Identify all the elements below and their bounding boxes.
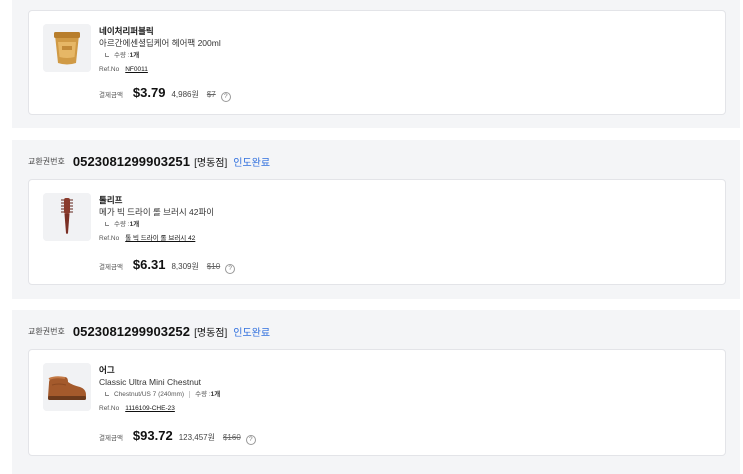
price-krw: 123,457원 [178, 433, 215, 442]
ref-label: Ref.No [99, 235, 120, 242]
ref-number-link[interactable]: 1116109-CHE-23 [125, 405, 175, 412]
roll-brush-icon [43, 193, 91, 241]
product-thumbnail[interactable] [43, 24, 91, 72]
product-option-row: 수량 : 1개 [99, 50, 715, 61]
store-name: [명동점] [194, 327, 228, 339]
price-usd: $3.79 [132, 85, 166, 100]
original-price: $10 [206, 262, 221, 271]
exchange-number: 0523081299903252 [72, 323, 191, 339]
price-usd: $6.31 [132, 257, 166, 272]
order-header: 교환권번호 0523081299903252 [명동점] 인도완료 [28, 321, 270, 341]
product-thumbnail[interactable] [43, 193, 91, 241]
ref-row: Ref.No 톨 빅 드라이 롤 브러시 42 [99, 233, 715, 244]
ref-row: Ref.No 1116109-CHE-23 [99, 403, 715, 414]
order-block-3: 교환권번호 0523081299903252 [명동점] 인도완료 어그 Cla… [12, 310, 740, 474]
option-value: Chestnut/US 7 (240mm) [114, 391, 185, 398]
status-badge: 인도완료 [233, 327, 271, 339]
indent-corner-icon [105, 221, 109, 226]
status-badge: 인도완료 [233, 157, 271, 169]
price-krw: 4,986원 [171, 90, 199, 99]
product-name: 메가 빅 드라이 롤 브러시 42파이 [99, 207, 215, 217]
indent-corner-icon [105, 52, 109, 57]
order-item-card[interactable]: 어그 Classic Ultra Mini Chestnut Chestnut/… [28, 349, 726, 456]
price-row: 결제금액 $6.31 8,309원 $10 ? [99, 257, 236, 274]
payment-label: 결제금액 [99, 92, 123, 99]
help-icon[interactable]: ? [225, 263, 236, 274]
hair-pack-jar-icon [43, 24, 91, 72]
help-icon[interactable]: ? [220, 91, 231, 102]
help-icon[interactable]: ? [245, 434, 256, 445]
ref-row: Ref.No NF0011 [99, 64, 715, 75]
order-item-card[interactable]: 톨리프 메가 빅 드라이 롤 브러시 42파이 수량 : 1개 Ref.No 톨 … [28, 179, 726, 285]
exchange-number: 0523081299903251 [72, 153, 191, 169]
quantity-value: 1개 [210, 391, 221, 398]
indent-corner-icon [105, 391, 109, 396]
exchange-number-label: 교환권번호 [28, 156, 65, 166]
product-name: 아르간에센셜딥케어 헤어팩 200ml [99, 38, 221, 48]
quantity-value: 1개 [129, 221, 140, 228]
product-brand: 어그 [99, 365, 115, 375]
ref-number-link[interactable]: 톨 빅 드라이 롤 브러시 42 [125, 235, 195, 242]
exchange-number-label: 교환권번호 [28, 326, 65, 336]
product-name: Classic Ultra Mini Chestnut [99, 377, 202, 387]
price-usd: $93.72 [132, 428, 173, 443]
product-brand: 톨리프 [99, 195, 123, 205]
payment-label: 결제금액 [99, 264, 123, 271]
quantity-value: 1개 [129, 52, 140, 59]
product-option-row: 수량 : 1개 [99, 219, 715, 230]
product-thumbnail[interactable] [43, 363, 91, 411]
option-divider [189, 391, 191, 398]
price-row: 결제금액 $93.72 123,457원 $160 ? [99, 428, 256, 445]
product-option-row: Chestnut/US 7 (240mm) 수량 : 1개 [99, 389, 715, 400]
price-krw: 8,309원 [171, 262, 199, 271]
quantity-label: 수량 : [195, 391, 211, 398]
store-name: [명동점] [194, 157, 228, 169]
order-block-2: 교환권번호 0523081299903251 [명동점] 인도완료 톨리프 메가 [12, 140, 740, 299]
quantity-label: 수량 : [114, 52, 130, 59]
ref-label: Ref.No [99, 405, 120, 412]
original-price: $160 [222, 433, 241, 442]
order-header: 교환권번호 0523081299903251 [명동점] 인도완료 [28, 151, 270, 171]
price-row: 결제금액 $3.79 4,986원 $7 ? [99, 85, 231, 102]
ref-number-link[interactable]: NF0011 [125, 66, 148, 73]
product-brand: 네이처리퍼블릭 [99, 26, 154, 36]
order-block-1: 네이처리퍼블릭 아르간에센셜딥케어 헤어팩 200ml 수량 : 1개 Ref.… [12, 0, 740, 128]
ref-label: Ref.No [99, 66, 120, 73]
chestnut-boot-icon [43, 363, 91, 411]
order-item-card[interactable]: 네이처리퍼블릭 아르간에센셜딥케어 헤어팩 200ml 수량 : 1개 Ref.… [28, 10, 726, 115]
original-price: $7 [206, 90, 216, 99]
payment-label: 결제금액 [99, 435, 123, 442]
quantity-label: 수량 : [114, 221, 130, 228]
